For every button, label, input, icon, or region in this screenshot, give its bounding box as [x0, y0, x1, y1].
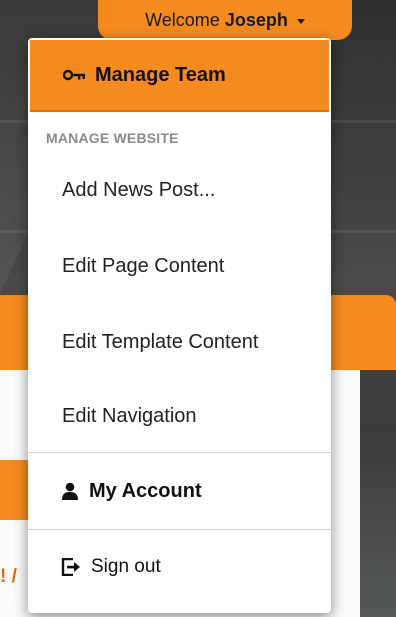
manage-team-item[interactable]: Manage Team: [30, 40, 329, 112]
menu-item-add-news-post[interactable]: Add News Post...: [28, 152, 331, 228]
manage-team-label: Manage Team: [95, 63, 226, 86]
background-text-fragment: ! /: [0, 566, 17, 587]
welcome-prefix: Welcome: [145, 9, 220, 30]
user-menu-toggle[interactable]: Welcome Joseph: [98, 0, 352, 40]
key-icon: [63, 69, 87, 81]
menu-item-edit-template-content[interactable]: Edit Template Content: [28, 304, 331, 380]
section-header-manage-website: MANAGE WEBSITE: [46, 130, 179, 146]
user-icon: [61, 482, 79, 500]
sign-out-icon: [61, 558, 81, 576]
my-account-label: My Account: [89, 479, 202, 502]
menu-item-edit-navigation[interactable]: Edit Navigation: [28, 380, 331, 452]
user-dropdown-menu: Manage Team MANAGE WEBSITE Add News Post…: [28, 38, 331, 613]
menu-item-edit-page-content[interactable]: Edit Page Content: [28, 228, 331, 304]
caret-down-icon: [296, 18, 305, 24]
sign-out-label: Sign out: [91, 556, 161, 577]
sign-out-item[interactable]: Sign out: [28, 530, 331, 604]
my-account-item[interactable]: My Account: [28, 453, 331, 529]
user-name: Joseph: [224, 9, 288, 30]
